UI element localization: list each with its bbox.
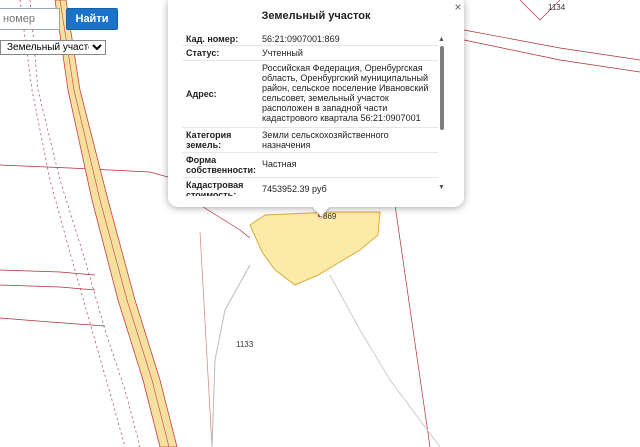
info-popup: Земельный участок × Кад. номер: 56:21:09…: [168, 0, 464, 207]
row-address: Адрес: Российская Федерация, Оренбургска…: [182, 61, 438, 128]
row-label: Статус:: [186, 48, 220, 58]
row-value: 56:21:0907001:869: [262, 34, 340, 44]
parcel-label-1133: 1133: [236, 340, 254, 349]
row-value: 7453952.39 руб: [262, 184, 327, 194]
search-button[interactable]: Найти: [66, 8, 118, 30]
row-value: Учтенный: [262, 48, 303, 58]
row-cad-number: Кад. номер: 56:21:0907001:869: [182, 32, 438, 46]
search-input[interactable]: [0, 8, 60, 30]
row-ownership: Форма собственности: Частная: [182, 153, 438, 178]
layer-select[interactable]: Земельный участок: [0, 40, 106, 55]
parcel-label-1134: 1134: [548, 3, 566, 12]
row-label: Кад. номер:: [186, 34, 239, 44]
row-land-category: Категория земель: Земли сельскохозяйстве…: [182, 128, 438, 153]
row-label: Кадастровая стоимость:: [186, 180, 244, 196]
row-value: Земли сельскохозяйственного назначения: [262, 130, 389, 150]
row-value: Частная: [262, 159, 297, 169]
row-label: Категория земель:: [186, 130, 232, 150]
close-icon[interactable]: ×: [452, 1, 464, 13]
row-status: Статус: Учтенный: [182, 46, 438, 61]
popup-pointer: [312, 206, 330, 217]
row-label: Форма собственности:: [186, 155, 256, 175]
row-cadastral-value: Кадастровая стоимость: 7453952.39 руб: [182, 178, 438, 196]
row-label: Адрес:: [186, 89, 217, 99]
scroll-thumb[interactable]: [440, 46, 444, 130]
popup-title: Земельный участок: [261, 10, 371, 22]
row-value: Российская Федерация, Оренбургская облас…: [262, 63, 429, 123]
popup-rows: Кад. номер: 56:21:0907001:869 Статус: Уч…: [182, 32, 438, 196]
popup-scrollbar[interactable]: ▲ ▼: [438, 36, 446, 196]
scroll-down-icon[interactable]: ▼: [438, 184, 445, 191]
scroll-up-icon[interactable]: ▲: [438, 36, 445, 43]
